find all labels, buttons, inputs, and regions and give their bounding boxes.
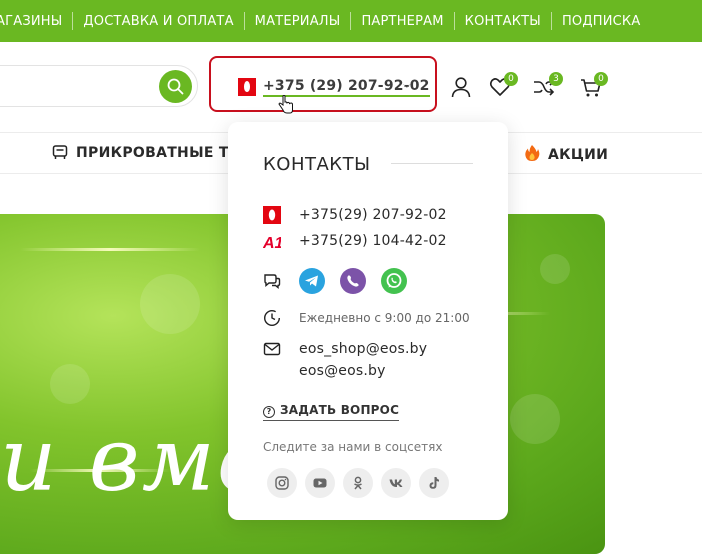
email-shop[interactable]: eos_shop@eos.by <box>299 341 427 357</box>
ask-question-label: ЗАДАТЬ ВОПРОС <box>280 403 400 417</box>
compare-badge: 3 <box>549 72 563 86</box>
hand-cursor-icon <box>278 95 293 114</box>
messengers-row <box>263 272 299 290</box>
telegram-icon[interactable] <box>299 268 325 294</box>
chat-icon <box>263 272 281 290</box>
contacts-title: КОНТАКТЫ <box>263 154 371 175</box>
title-divider <box>391 163 473 164</box>
menu-item-sales-label: АКЦИИ <box>548 147 609 163</box>
whatsapp-icon[interactable] <box>381 268 407 294</box>
hours-row: Ежедневно с 9:00 до 21:00 <box>263 309 470 327</box>
top-nav: АГАЗИНЫ ДОСТАВКА И ОПЛАТА МАТЕРИАЛЫ ПАРТ… <box>0 0 702 42</box>
viber-icon[interactable] <box>340 268 366 294</box>
banner-bokeh <box>540 254 570 284</box>
contact-row-a1[interactable]: A1 +375(29) 104-42-02 <box>262 232 447 252</box>
nav-item-partners[interactable]: ПАРТНЕРАМ <box>351 14 453 29</box>
working-hours: Ежедневно с 9:00 до 21:00 <box>299 311 470 325</box>
contacts-dropdown: КОНТАКТЫ +375(29) 207-92-02 A1 +375(29) … <box>228 122 508 520</box>
odnoklassniki-icon[interactable] <box>343 468 373 498</box>
banner-bokeh <box>50 364 90 404</box>
nav-item-delivery[interactable]: ДОСТАВКА И ОПЛАТА <box>73 14 243 29</box>
mts-logo-icon <box>263 206 281 224</box>
wishlist-badge: 0 <box>504 72 518 86</box>
fire-icon <box>525 145 540 161</box>
email-row-2[interactable]: eos@eos.by <box>299 363 386 379</box>
menu-item-bedside[interactable]: ПРИКРОВАТНЫЕ ТУ <box>52 144 240 161</box>
banner-bokeh <box>140 274 200 334</box>
svg-text:A1: A1 <box>263 235 281 250</box>
phone-mts[interactable]: +375(29) 207-92-02 <box>299 207 447 223</box>
nav-item-materials[interactable]: МАТЕРИАЛЫ <box>245 14 351 29</box>
vk-icon[interactable] <box>381 468 411 498</box>
contact-row-mts[interactable]: +375(29) 207-92-02 <box>263 206 447 224</box>
a1-logo-icon: A1 <box>262 232 284 252</box>
nav-item-contacts[interactable]: КОНТАКТЫ <box>455 14 551 29</box>
instagram-icon[interactable] <box>267 468 297 498</box>
youtube-icon[interactable] <box>305 468 335 498</box>
search-button[interactable] <box>159 70 192 103</box>
nav-item-stores[interactable]: АГАЗИНЫ <box>0 14 72 29</box>
follow-us-label: Следите за нами в соцсетях <box>263 440 443 454</box>
banner-streak <box>20 248 200 251</box>
search-icon <box>167 78 184 95</box>
menu-item-bedside-label: ПРИКРОВАТНЫЕ ТУ <box>76 145 240 161</box>
nav-item-subscription[interactable]: ПОДПИСКА <box>552 14 650 29</box>
clock-icon <box>263 309 281 327</box>
tiktok-icon[interactable] <box>419 468 449 498</box>
cart-badge: 0 <box>594 72 608 86</box>
email-row-1[interactable]: eos_shop@eos.by <box>263 340 427 358</box>
chevron-down-icon[interactable]: ⌵ <box>403 80 411 91</box>
phone-a1[interactable]: +375(29) 104-42-02 <box>299 233 447 249</box>
mts-logo-icon <box>238 78 256 96</box>
question-icon: ? <box>263 406 275 418</box>
nightstand-icon <box>52 145 68 159</box>
user-icon[interactable] <box>450 76 472 98</box>
ask-question-link[interactable]: ? ЗАДАТЬ ВОПРОС <box>263 403 400 421</box>
banner-bokeh <box>510 394 560 444</box>
menu-item-sales[interactable]: АКЦИИ <box>524 144 608 163</box>
email-main[interactable]: eos@eos.by <box>299 363 386 379</box>
mail-icon <box>263 340 281 358</box>
